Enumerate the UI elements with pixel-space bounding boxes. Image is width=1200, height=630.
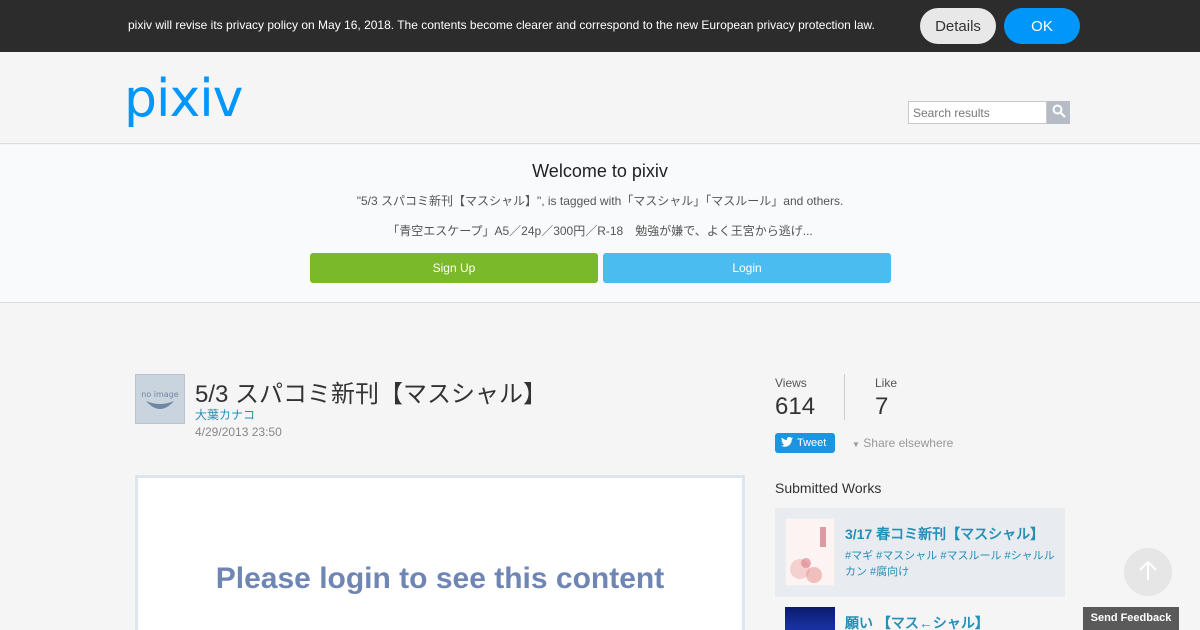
logo-text: pixiv bbox=[124, 69, 243, 128]
search-button[interactable] bbox=[1047, 101, 1070, 124]
stats-divider bbox=[844, 374, 845, 420]
work-thumbnail[interactable] bbox=[785, 607, 835, 630]
submitted-work-item[interactable]: 願い 【マス←シャル】 bbox=[775, 597, 1065, 630]
work-date: 4/29/2013 23:50 bbox=[195, 425, 282, 439]
submitted-work-item[interactable]: 3/17 春コミ新刊【マスシャル】 #マギ #マスシャル #マスルール #シャル… bbox=[775, 508, 1065, 597]
welcome-panel: Welcome to pixiv "5/3 スパコミ新刊【マスシャル】", is… bbox=[0, 145, 1200, 303]
author-link[interactable]: 大葉カナコ bbox=[195, 406, 255, 423]
ok-button[interactable]: OK bbox=[1004, 8, 1080, 44]
work-item-tags[interactable]: #マギ #マスシャル #マスルール #シャルルカン #腐向け bbox=[845, 548, 1065, 580]
site-header: pixiv bbox=[0, 52, 1200, 144]
arrow-up-icon bbox=[1136, 558, 1160, 587]
tweet-button[interactable]: Tweet bbox=[775, 433, 835, 453]
details-button[interactable]: Details bbox=[920, 8, 996, 44]
author-avatar[interactable]: no image bbox=[135, 374, 185, 424]
work-title: 5/3 スパコミ新刊【マスシャル】 bbox=[195, 381, 548, 408]
like-count: 7 bbox=[875, 393, 889, 420]
search-icon bbox=[1052, 104, 1066, 121]
signup-button[interactable]: Sign Up bbox=[310, 253, 598, 283]
avatar-placeholder-text: no image bbox=[141, 390, 179, 399]
restricted-content-box: Please login to see this content bbox=[135, 475, 745, 630]
share-elsewhere-label: Share elsewhere bbox=[863, 436, 954, 450]
login-required-message: Please login to see this content bbox=[215, 562, 665, 595]
work-thumbnail[interactable] bbox=[785, 518, 835, 586]
login-button[interactable]: Login bbox=[603, 253, 891, 283]
welcome-title: Welcome to pixiv bbox=[532, 161, 668, 181]
views-label: Views bbox=[775, 376, 807, 390]
caret-down-icon: ▼ bbox=[852, 440, 860, 449]
work-item-title[interactable]: 願い 【マス←シャル】 bbox=[845, 613, 989, 630]
welcome-description: "5/3 スパコミ新刊【マスシャル】", is tagged with「マスシャ… bbox=[356, 194, 844, 208]
work-item-title[interactable]: 3/17 春コミ新刊【マスシャル】 bbox=[845, 524, 1044, 544]
twitter-bird-icon bbox=[781, 436, 793, 450]
work-excerpt: 「青空エスケープ」A5／24p／300円／R-18 勉強が嫌で、よく王宮から逃げ… bbox=[387, 224, 813, 238]
pixiv-logo[interactable]: pixiv bbox=[124, 68, 252, 129]
send-feedback-button[interactable]: Send Feedback bbox=[1083, 607, 1179, 630]
search-box bbox=[908, 101, 1070, 124]
views-count: 614 bbox=[775, 393, 816, 420]
like-label: Like bbox=[875, 376, 898, 390]
submitted-works-heading: Submitted Works bbox=[775, 480, 882, 496]
privacy-notice-text: pixiv will revise its privacy policy on … bbox=[128, 18, 875, 32]
scroll-to-top-button[interactable] bbox=[1124, 548, 1172, 596]
search-input[interactable] bbox=[908, 101, 1047, 124]
share-elsewhere-link[interactable]: ▼ Share elsewhere bbox=[852, 436, 953, 450]
privacy-notice-bar: pixiv will revise its privacy policy on … bbox=[0, 0, 1200, 52]
tweet-label: Tweet bbox=[797, 437, 827, 449]
